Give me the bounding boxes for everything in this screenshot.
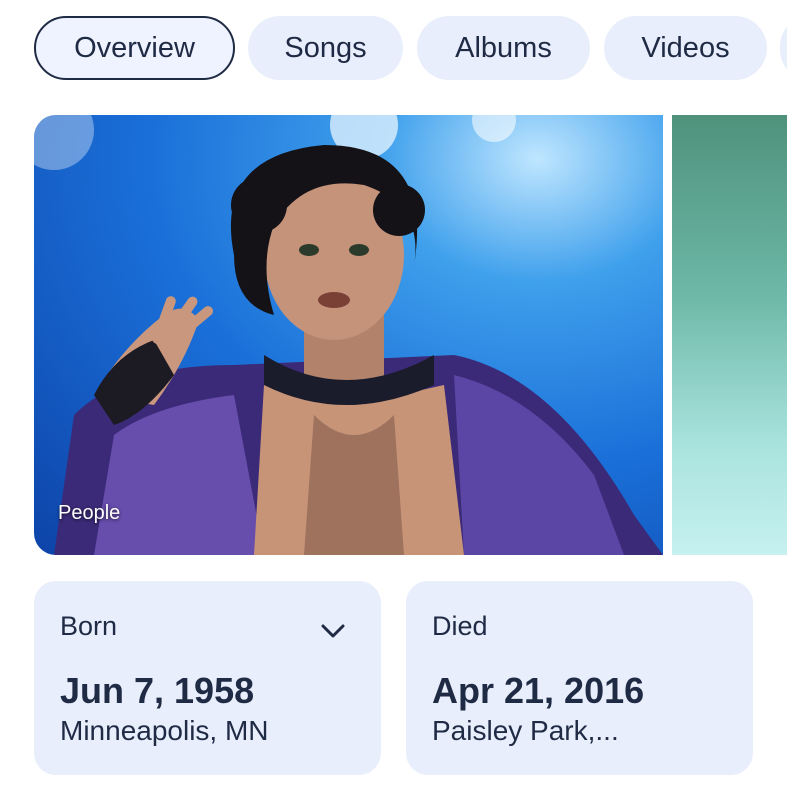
tab-overview-label: Overview: [74, 31, 195, 64]
performer-photo-illustration: [34, 115, 663, 555]
tab-albums[interactable]: Albums: [417, 16, 590, 80]
born-card[interactable]: Born Jun 7, 1958 Minneapolis, MN: [34, 581, 381, 775]
died-place: Paisley Park,...: [432, 715, 619, 746]
died-card[interactable]: Died Apr 21, 2016 Paisley Park,...: [406, 581, 753, 775]
born-date: Jun 7, 1958: [60, 670, 255, 711]
tab-songs-label: Songs: [284, 31, 367, 64]
tab-songs[interactable]: Songs: [248, 16, 403, 80]
secondary-photo[interactable]: [672, 115, 787, 555]
born-label: Born: [60, 611, 118, 641]
tab-videos[interactable]: Videos: [604, 16, 767, 80]
tab-albums-label: Albums: [455, 31, 552, 64]
died-label: Died: [432, 611, 488, 641]
chevron-down-icon[interactable]: [319, 621, 347, 641]
tab-more[interactable]: [780, 16, 787, 80]
tab-overview[interactable]: Overview: [34, 16, 235, 80]
born-place: Minneapolis, MN: [60, 715, 269, 746]
died-date: Apr 21, 2016: [432, 670, 645, 711]
tab-videos-label: Videos: [641, 31, 730, 64]
filter-tabs: Overview Songs Albums Videos: [34, 16, 787, 84]
main-photo[interactable]: People: [34, 115, 663, 555]
photo-caption: People: [58, 502, 121, 524]
